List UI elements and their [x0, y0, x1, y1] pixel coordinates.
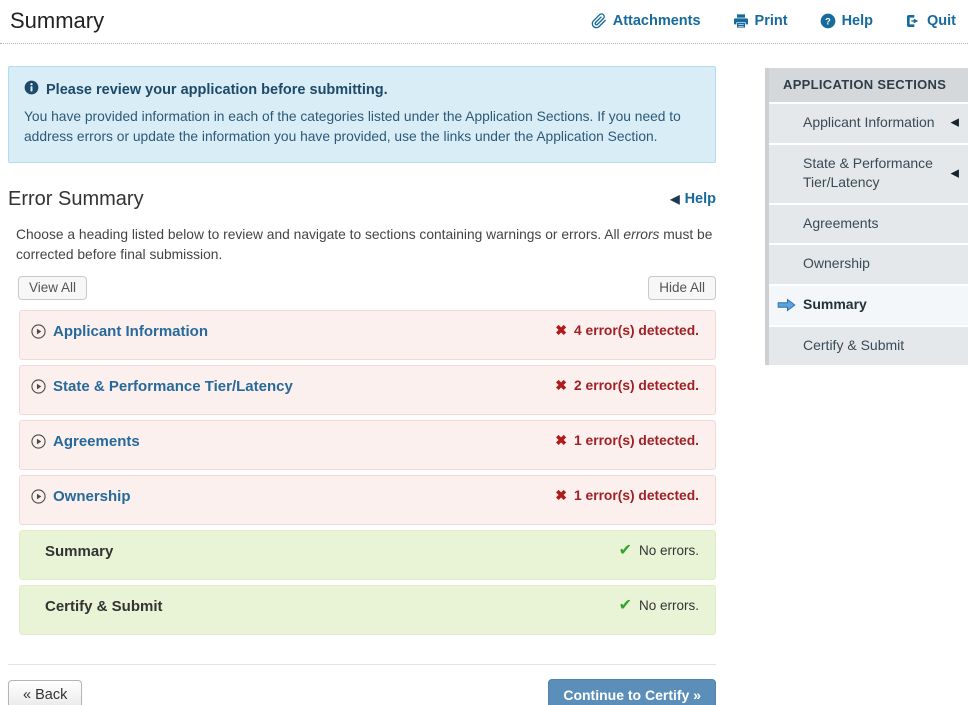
header-links: Attachments Print ? Help Quit	[591, 13, 956, 29]
quit-link[interactable]: Quit	[905, 13, 956, 29]
section-status-text: No errors.	[639, 598, 699, 613]
paperclip-icon	[591, 13, 607, 29]
print-label: Print	[755, 13, 788, 29]
sidebar-item-label: Summary	[803, 296, 867, 312]
section-row-left: Applicant Information	[31, 323, 208, 340]
section-status-row[interactable]: Certify & Submit ✔ No errors.	[19, 585, 716, 635]
section-row-left: Ownership	[31, 488, 131, 505]
printer-icon	[733, 13, 749, 29]
section-row-status: ✖ 1 error(s) detected.	[555, 488, 699, 503]
section-link[interactable]: State & Performance Tier/Latency	[53, 378, 293, 395]
sidebar-item[interactable]: Summary	[769, 284, 968, 325]
section-row-status: ✔ No errors.	[619, 543, 699, 559]
sidebar-item[interactable]: Ownership	[769, 243, 968, 284]
notice-body: You have provided information in each of…	[24, 107, 700, 148]
error-summary-rows: Applicant Information ✖ 4 error(s) detec…	[19, 310, 716, 635]
section-row-status: ✖ 2 error(s) detected.	[555, 378, 699, 393]
section-status-row[interactable]: Ownership ✖ 1 error(s) detected.	[19, 475, 716, 525]
page-title: Summary	[10, 8, 104, 34]
error-summary-header: Error Summary ◀ Help	[8, 188, 716, 211]
error-x-icon: ✖	[555, 323, 567, 337]
expand-play-circle-icon[interactable]	[31, 379, 46, 394]
success-check-icon: ✔	[619, 543, 632, 559]
error-summary-help-label: Help	[685, 191, 716, 207]
sidebar-item-label: Applicant Information	[803, 114, 935, 130]
section-row-status: ✔ No errors.	[619, 598, 699, 614]
error-summary-instructions: Choose a heading listed below to review …	[16, 225, 716, 265]
section-status-text: No errors.	[639, 543, 699, 558]
footer-actions: « Back Continue to Certify »	[8, 665, 716, 705]
main-column: Please review your application before su…	[0, 44, 737, 705]
section-label: Certify & Submit	[45, 598, 163, 615]
section-link[interactable]: Applicant Information	[53, 323, 208, 340]
review-notice-box: Please review your application before su…	[8, 66, 716, 163]
help-label-top: Help	[842, 13, 873, 29]
section-row-left: State & Performance Tier/Latency	[31, 378, 293, 395]
summary-page: Summary Attachments Print ? Help Quit	[0, 0, 968, 705]
left-triangle-icon: ◀	[670, 192, 679, 206]
info-icon	[24, 80, 39, 99]
content-area: Please review your application before su…	[0, 44, 968, 705]
error-summary-title: Error Summary	[8, 188, 144, 211]
section-status-row[interactable]: Applicant Information ✖ 4 error(s) detec…	[19, 310, 716, 360]
section-label: Summary	[45, 543, 113, 560]
success-check-icon: ✔	[619, 598, 632, 614]
error-marker-triangle-icon: ◀	[951, 166, 959, 181]
error-marker-triangle-icon: ◀	[951, 116, 959, 131]
section-status-row[interactable]: Agreements ✖ 1 error(s) detected.	[19, 420, 716, 470]
error-x-icon: ✖	[555, 378, 567, 392]
sidebar-item-label: State & Performance Tier/Latency	[803, 155, 933, 191]
expand-play-circle-icon[interactable]	[31, 434, 46, 449]
quit-label: Quit	[927, 13, 956, 29]
sidebar-item[interactable]: Certify & Submit	[769, 325, 968, 366]
section-link[interactable]: Agreements	[53, 433, 140, 450]
error-summary-help-link[interactable]: ◀ Help	[670, 191, 716, 207]
section-link[interactable]: Ownership	[53, 488, 131, 505]
section-row-status: ✖ 1 error(s) detected.	[555, 433, 699, 448]
sidebar-item-label: Ownership	[803, 255, 870, 271]
attachments-label: Attachments	[613, 13, 701, 29]
section-row-status: ✖ 4 error(s) detected.	[555, 323, 699, 338]
error-x-icon: ✖	[555, 488, 567, 502]
sidebar-item-label: Certify & Submit	[803, 337, 904, 353]
current-section-arrow-icon	[777, 299, 796, 312]
expand-play-circle-icon[interactable]	[31, 489, 46, 504]
back-button[interactable]: « Back	[8, 680, 82, 705]
section-status-text: 4 error(s) detected.	[574, 323, 699, 338]
hide-all-button[interactable]: Hide All	[648, 276, 716, 300]
application-sections-sidebar: APPLICATION SECTIONS Applicant Informati…	[765, 68, 968, 365]
section-status-row[interactable]: Summary ✔ No errors.	[19, 530, 716, 580]
error-summary-toolbar: View All Hide All	[18, 276, 716, 300]
section-status-text: 1 error(s) detected.	[574, 488, 699, 503]
page-header: Summary Attachments Print ? Help Quit	[0, 0, 968, 44]
error-x-icon: ✖	[555, 433, 567, 447]
sidebar-item[interactable]: Applicant Information ◀	[769, 102, 968, 143]
help-icon: ?	[820, 13, 836, 29]
attachments-link[interactable]: Attachments	[591, 13, 701, 29]
print-link[interactable]: Print	[733, 13, 788, 29]
quit-icon	[905, 13, 921, 29]
section-row-left: Agreements	[31, 433, 140, 450]
section-status-text: 1 error(s) detected.	[574, 433, 699, 448]
section-row-left: Summary	[45, 543, 113, 560]
sidebar-item[interactable]: State & Performance Tier/Latency ◀	[769, 143, 968, 203]
notice-title-row: Please review your application before su…	[24, 80, 700, 99]
sidebar-item-label: Agreements	[803, 215, 878, 231]
section-status-row[interactable]: State & Performance Tier/Latency ✖ 2 err…	[19, 365, 716, 415]
section-status-text: 2 error(s) detected.	[574, 378, 699, 393]
help-link-top[interactable]: ? Help	[820, 13, 873, 29]
notice-title: Please review your application before su…	[46, 82, 388, 98]
svg-text:?: ?	[825, 16, 831, 26]
sidebar-items: Applicant Information ◀ State & Performa…	[769, 102, 968, 365]
section-row-left: Certify & Submit	[45, 598, 163, 615]
expand-play-circle-icon[interactable]	[31, 324, 46, 339]
sidebar-item[interactable]: Agreements	[769, 203, 968, 244]
continue-to-certify-button[interactable]: Continue to Certify »	[548, 679, 716, 705]
sidebar-title: APPLICATION SECTIONS	[769, 68, 968, 102]
view-all-button[interactable]: View All	[18, 276, 87, 300]
